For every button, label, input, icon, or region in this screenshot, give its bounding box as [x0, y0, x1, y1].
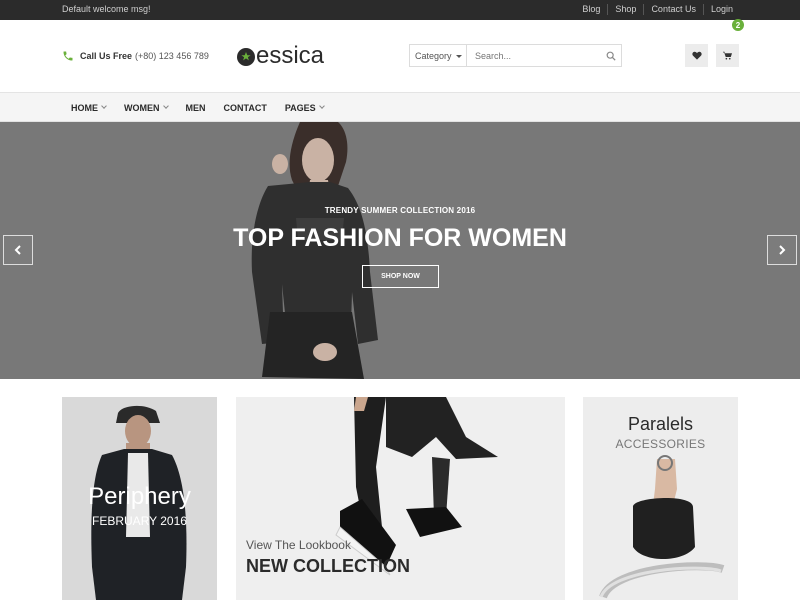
search-input[interactable] — [467, 45, 601, 66]
category-label: Category — [415, 50, 452, 61]
chevron-down-icon — [318, 103, 325, 109]
promo-subtitle: FEBRUARY 2016 — [92, 514, 187, 528]
nav-label: HOME — [71, 102, 98, 113]
cart-count-badge: 2 — [732, 19, 744, 31]
nav-label: WOMEN — [124, 102, 160, 113]
promo-title: Paralels — [627, 414, 694, 434]
hero-title: TOP FASHION FOR WOMEN — [233, 224, 567, 252]
wishlist-button[interactable] — [685, 44, 708, 67]
welcome-message: Default welcome msg! — [62, 4, 151, 14]
main-nav: HOME WOMEN MEN CONTACT PAGES — [0, 93, 800, 122]
site-header: Call Us Free (+80) 123 456 789 essica Ca… — [0, 20, 800, 93]
nav-label: CONTACT — [223, 102, 267, 113]
cart-icon — [723, 51, 732, 60]
nav-item-women[interactable]: WOMEN — [124, 102, 169, 113]
promo-card-periphery[interactable]: Periphery FEBRUARY 2016 — [62, 397, 217, 600]
cart-button[interactable] — [716, 44, 739, 67]
logo-text: essica — [256, 42, 325, 69]
logo-mark — [237, 48, 255, 66]
shop-now-button[interactable]: SHOP NOW — [362, 265, 439, 288]
phone-label: Call Us Free — [80, 51, 133, 61]
nav-label: PAGES — [284, 102, 316, 113]
slider-next-button[interactable] — [767, 235, 797, 265]
slider-prev-button[interactable] — [3, 235, 33, 265]
top-link-shop[interactable]: Shop — [607, 4, 643, 15]
promo-card-paralels[interactable]: Paralels ACCESSORIES — [583, 397, 738, 600]
promo-title: NEW COLLECTION — [246, 556, 410, 576]
promo-subtitle: View The Lookbook — [246, 538, 351, 552]
top-link-contact[interactable]: Contact Us — [643, 4, 703, 15]
nav-item-men[interactable]: MEN — [186, 103, 206, 113]
heart-icon — [691, 51, 702, 60]
nav-item-contact[interactable]: CONTACT — [224, 103, 267, 113]
search-button[interactable] — [601, 51, 621, 61]
hero-subtitle: TRENDY SUMMER COLLECTION 2016 — [324, 206, 476, 215]
promo-title: Periphery — [88, 483, 191, 510]
hero-slider: TRENDY SUMMER COLLECTION 2016 TOP FASHIO… — [0, 122, 800, 379]
phone-number: (+80) 123 456 789 — [135, 51, 209, 61]
promo-subtitle: ACCESSORIES — [615, 437, 706, 451]
nav-item-home[interactable]: HOME — [71, 102, 107, 113]
chevron-down-icon — [162, 103, 169, 109]
chevron-left-icon — [14, 245, 21, 255]
nav-item-pages[interactable]: PAGES — [284, 102, 325, 113]
site-logo[interactable]: essica — [236, 42, 324, 70]
nav-label: MEN — [185, 102, 206, 113]
phone-icon — [63, 51, 73, 61]
top-link-blog[interactable]: Blog — [575, 4, 607, 15]
caret-down-icon — [456, 55, 462, 58]
top-links: Blog Shop Contact Us Login — [575, 4, 740, 15]
promo-card-lookbook[interactable]: View The Lookbook NEW COLLECTION — [236, 397, 565, 600]
chevron-right-icon — [779, 245, 786, 255]
search-icon — [606, 51, 616, 61]
phone-contact: Call Us Free (+80) 123 456 789 — [62, 50, 209, 62]
category-select[interactable]: Category — [410, 45, 467, 66]
chevron-down-icon — [101, 103, 107, 109]
top-link-login[interactable]: Login — [702, 4, 740, 15]
search-bar: Category — [409, 44, 622, 67]
top-bar: Default welcome msg! Blog Shop Contact U… — [0, 0, 800, 20]
